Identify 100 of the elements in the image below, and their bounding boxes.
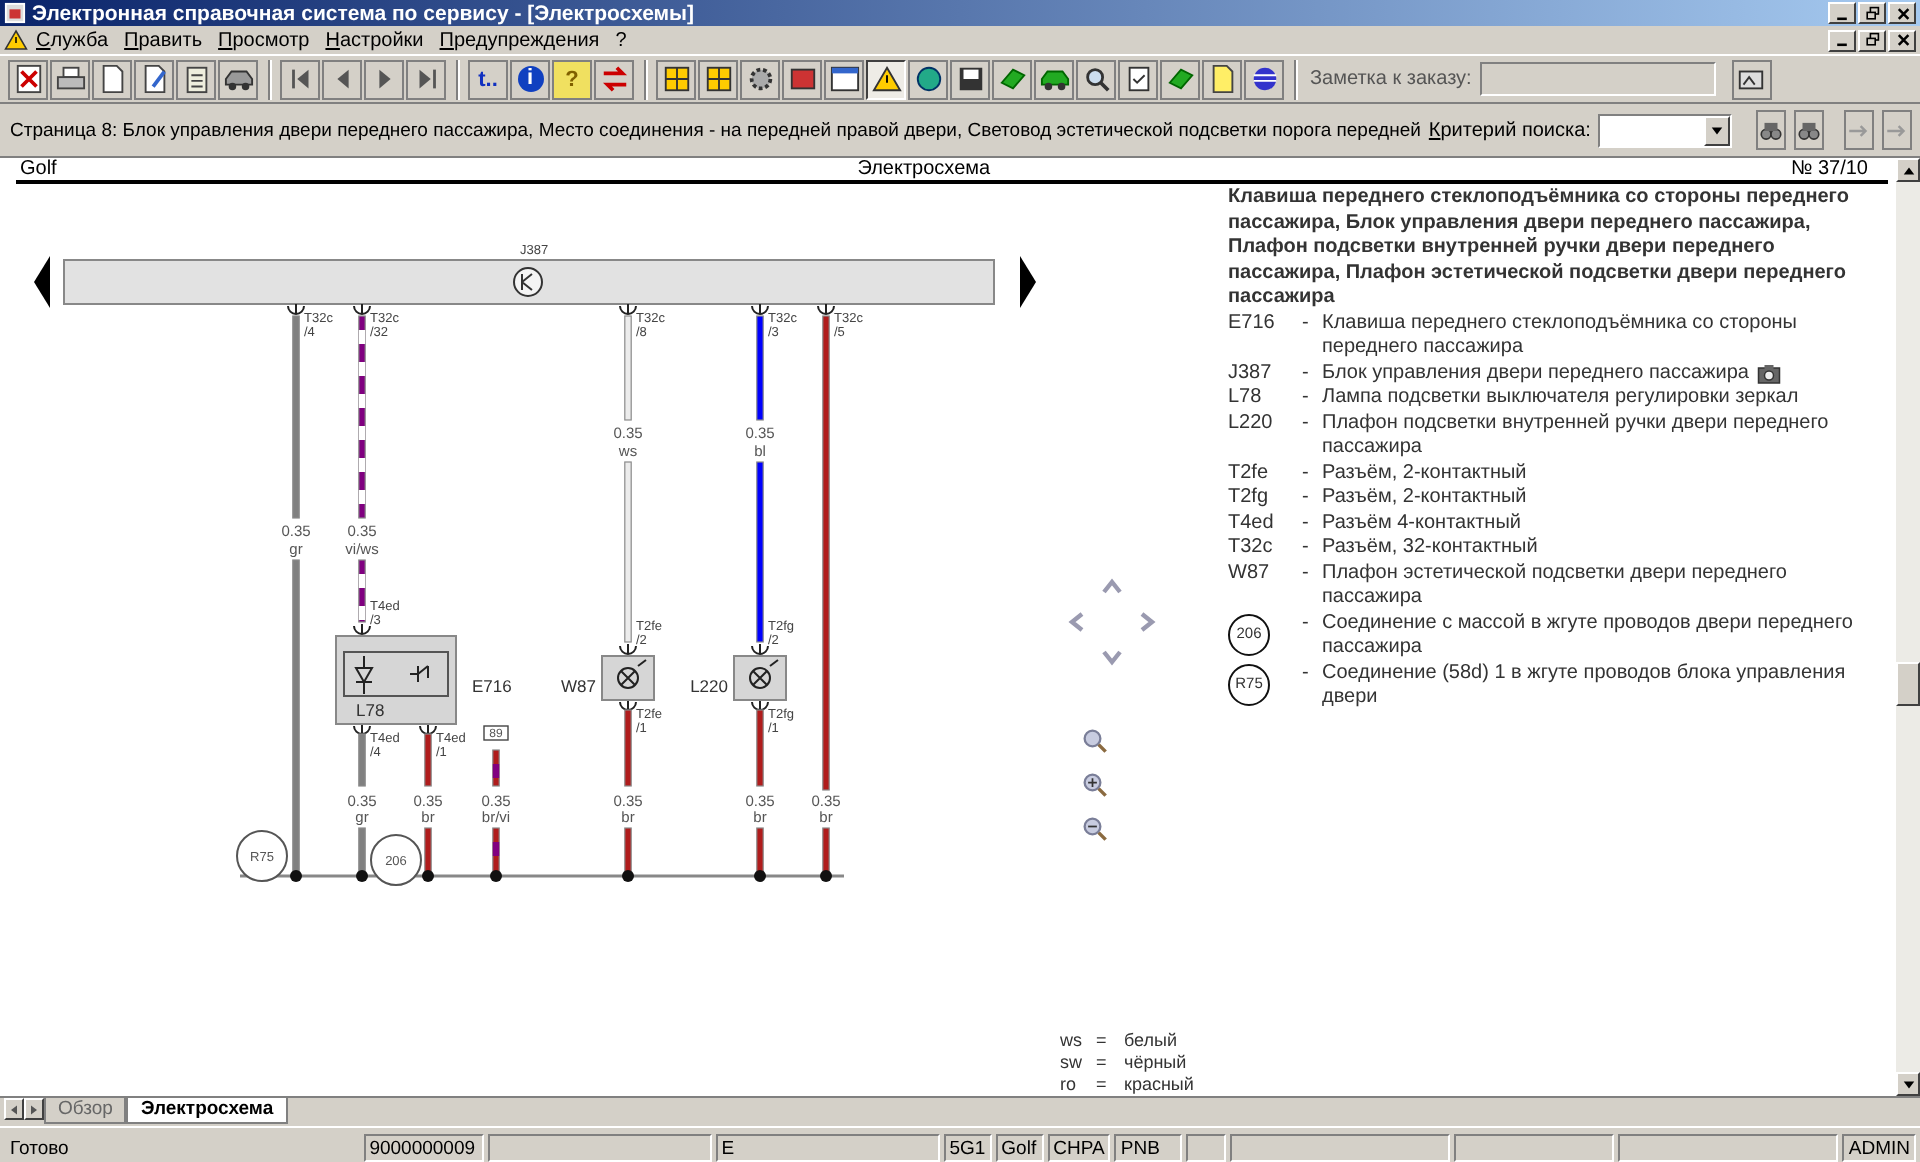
toolbar-button[interactable] (782, 59, 822, 99)
legend-code: J387 (1228, 361, 1272, 383)
legend-code: T2fe (1228, 461, 1269, 483)
scroll-up-button[interactable] (1896, 158, 1920, 182)
ground-circle (236, 830, 288, 882)
toolbar-button[interactable] (824, 59, 864, 99)
junction-dot (754, 870, 766, 882)
legend-code: L78 (1228, 386, 1262, 408)
scroll-down-button[interactable] (1896, 1072, 1920, 1096)
toolbar-button[interactable]: i (510, 59, 550, 99)
toolbar-button[interactable] (1202, 59, 1242, 99)
connector-icon (619, 303, 637, 315)
menu-item[interactable]: Настройки (317, 29, 432, 51)
close-icon (1894, 5, 1910, 21)
legend-text: Клавиша переднего стеклоподъёмника со стороны переднего пассажира (1322, 311, 1797, 358)
left-arrow-icon (34, 256, 50, 308)
menu-item[interactable]: Предупреждения (431, 29, 608, 51)
triangle-right-icon (28, 1103, 40, 1115)
color-code: ws (1060, 1030, 1084, 1052)
checklist-icon (1123, 64, 1153, 94)
legend-dash: - (1302, 536, 1311, 561)
zoom-in-icon[interactable] (1082, 772, 1110, 800)
toolbar-button[interactable] (92, 59, 132, 99)
toolbar-button[interactable] (698, 59, 738, 99)
right-arrow-icon (1020, 256, 1036, 308)
note-field[interactable] (1479, 62, 1716, 96)
toolbar-button[interactable] (1034, 59, 1074, 99)
legend-text: Блок управления двери переднего пассажира (1322, 361, 1749, 386)
transistor-icon (513, 267, 543, 297)
scroll-thumb[interactable] (1896, 662, 1920, 706)
search-button[interactable] (1756, 110, 1786, 150)
toolbar-button[interactable] (134, 59, 174, 99)
toolbar-button[interactable] (1118, 59, 1158, 99)
toolbar-button[interactable] (1731, 59, 1772, 99)
chevron-down-icon[interactable] (1100, 646, 1124, 670)
triangle-left-icon (8, 1103, 20, 1115)
toolbar-button[interactable] (866, 59, 906, 99)
zoom-icon[interactable] (1082, 728, 1110, 756)
minimize-button[interactable] (1828, 2, 1856, 24)
close-icon (1894, 32, 1910, 48)
status-text: PNB (1114, 1133, 1183, 1161)
magnifier-icon (1081, 64, 1111, 94)
search-button[interactable] (1794, 110, 1824, 150)
chevron-left-icon[interactable] (1064, 610, 1088, 634)
component-label: L220 (690, 676, 728, 696)
toolbar-button[interactable]: t.. (468, 59, 508, 99)
connector-icon (751, 643, 769, 655)
chevron-up-icon[interactable] (1100, 574, 1124, 598)
warning-icon (4, 28, 28, 52)
zoom-out-icon[interactable] (1082, 816, 1110, 844)
toolbar-button[interactable] (1244, 59, 1284, 99)
component-box (335, 635, 457, 725)
restore-button[interactable] (1858, 29, 1886, 51)
globe-icon (913, 64, 943, 94)
note-label: Заметка к заказу: (1310, 68, 1472, 90)
tab-scroll-left[interactable] (4, 1098, 24, 1120)
status-text: Готово (8, 1135, 71, 1161)
toolbar-button[interactable] (908, 59, 948, 99)
lamp-symbol-icon (617, 659, 647, 689)
close-button[interactable] (1888, 29, 1916, 51)
toolbar-button[interactable] (1076, 59, 1116, 99)
menu-item[interactable]: Править (116, 29, 211, 51)
legend-text: Плафон подсветки внутренней ручки двери переднего пассажира (1322, 411, 1829, 458)
header-number: № 37/10 (1790, 158, 1868, 180)
connector-icon (353, 623, 371, 635)
tab[interactable]: Электросхема (126, 1098, 288, 1124)
menu-item[interactable]: ? (607, 29, 635, 51)
menu-item[interactable]: Служба (28, 29, 117, 51)
toolbar-button[interactable] (50, 59, 90, 99)
connector-icon (619, 643, 637, 655)
dropdown-button[interactable] (1704, 115, 1730, 145)
tab-scroll-right[interactable] (24, 1098, 44, 1120)
legend-text: Разъём 4-контактный (1322, 511, 1521, 533)
chevron-right-icon[interactable] (1136, 610, 1160, 634)
color-code: ro (1060, 1074, 1079, 1096)
document-pen-icon (139, 64, 169, 94)
toolbar-button[interactable] (950, 59, 990, 99)
legend-text: Соединение (58d) 1 в жгуте проводов блока управления двери (1322, 661, 1846, 708)
grid-icon (661, 64, 691, 94)
minimize-button[interactable] (1828, 29, 1856, 51)
menu-item[interactable]: Просмотр (210, 29, 318, 51)
tab[interactable]: Обзор (44, 1098, 127, 1124)
toolbar-button[interactable] (176, 59, 216, 99)
search-combo[interactable] (1598, 113, 1732, 147)
junction-dot (356, 870, 368, 882)
toolbar-button[interactable] (656, 59, 696, 99)
close-button[interactable] (1888, 2, 1916, 24)
legend-dash: - (1302, 486, 1311, 511)
camera-icon[interactable] (1756, 361, 1783, 386)
header-title: Электросхема (857, 158, 991, 180)
toolbar-button[interactable]: ? (552, 59, 592, 99)
search-label: Критерий поиска: (1428, 119, 1591, 141)
toolbar-button[interactable] (740, 59, 780, 99)
status-text: 5G1 (943, 1133, 992, 1161)
status-panel (1186, 1133, 1227, 1161)
toolbar-button[interactable] (8, 59, 48, 99)
legend-text: Лампа подсветки выключателя регулировки зеркал (1322, 386, 1799, 408)
toolbar-button[interactable] (218, 59, 258, 99)
legend-dash: - (1302, 561, 1311, 586)
restore-button[interactable] (1858, 2, 1886, 24)
